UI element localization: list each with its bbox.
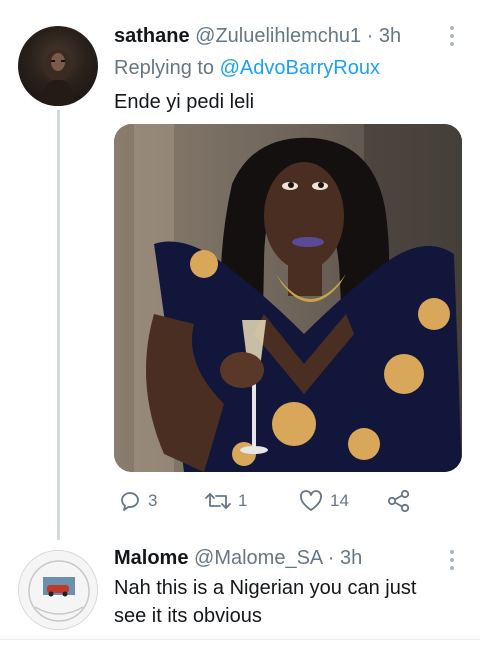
author-handle[interactable]: @Malome_SA <box>194 547 322 569</box>
reply-icon <box>121 492 139 511</box>
tweet[interactable]: sathane @Zuluelihlemchu1 · 3h Replying t… <box>0 0 480 540</box>
replying-to-label: Replying to <box>114 57 215 79</box>
tweet-text: Nah this is a Nigerian you can just see … <box>114 577 417 627</box>
separator-dot: · <box>366 25 374 47</box>
tweet-header: Malome @Malome_SA · 3h <box>114 546 362 570</box>
author-handle[interactable]: @Zuluelihlemchu1 <box>195 25 361 47</box>
replying-to: Replying to @AdvoBarryRoux <box>114 56 380 80</box>
author-name[interactable]: sathane <box>114 25 190 47</box>
reply-count: 3 <box>148 491 158 510</box>
divider <box>0 639 480 640</box>
retweet-count: 1 <box>238 491 248 510</box>
tweet-header: sathane @Zuluelihlemchu1 · 3h <box>114 24 401 48</box>
more-vertical-icon[interactable] <box>450 26 456 50</box>
tweet-media-image[interactable] <box>114 124 462 472</box>
like-button[interactable]: 14 <box>298 486 349 516</box>
share-button[interactable] <box>386 486 412 516</box>
retweet-icon <box>205 493 231 509</box>
avatar[interactable] <box>18 26 98 106</box>
tweet-time[interactable]: 3h <box>379 25 401 47</box>
retweet-button[interactable]: 1 <box>204 486 247 516</box>
avatar[interactable] <box>18 550 98 630</box>
more-vertical-icon[interactable] <box>450 550 456 574</box>
like-count: 14 <box>330 491 349 510</box>
heart-icon <box>300 490 322 511</box>
share-icon <box>387 489 410 513</box>
tweet-actions: 3 1 14 <box>114 486 434 516</box>
tweet[interactable]: Malome @Malome_SA · 3h Nah this is a Nig… <box>0 532 480 640</box>
separator-dot: · <box>327 547 335 569</box>
tweet-text: Ende yi pedi leli <box>114 91 255 113</box>
thread-line <box>57 110 60 540</box>
reply-button[interactable]: 3 <box>118 486 157 516</box>
tweet-time[interactable]: 3h <box>340 547 362 569</box>
replying-to-handle[interactable]: @AdvoBarryRoux <box>220 57 380 79</box>
author-name[interactable]: Malome <box>114 547 188 569</box>
